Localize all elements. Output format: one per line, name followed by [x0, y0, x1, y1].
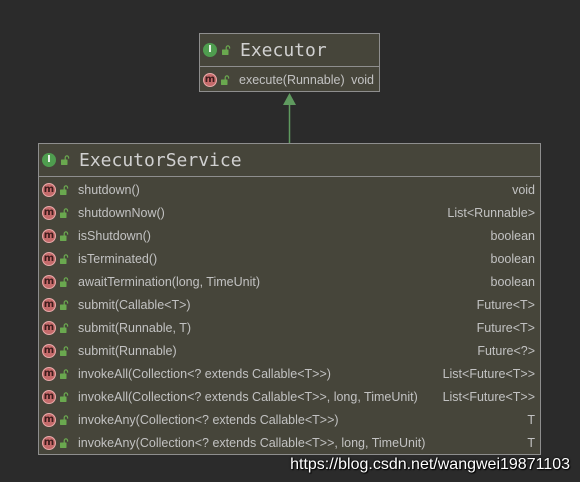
method-row[interactable]: m invokeAny(Collection<? extends Callable… [39, 408, 540, 431]
method-list: m execute(Runnable) void [200, 67, 379, 91]
lock-icon [60, 230, 69, 241]
method-signature: invokeAny(Collection<? extends Callable<… [78, 412, 339, 427]
method-return-type: Future<?> [477, 343, 535, 358]
method-row[interactable]: m invokeAll(Collection<? extends Callable… [39, 362, 540, 385]
lock-icon [60, 253, 69, 264]
lock-icon [60, 391, 69, 402]
method-return-type: T [527, 435, 535, 450]
method-signature: shutdown() [78, 182, 140, 197]
method-signature: invokeAll(Collection<? extends Callable<… [78, 389, 418, 404]
method-signature: invokeAll(Collection<? extends Callable<… [78, 366, 331, 381]
lock-icon [60, 322, 69, 333]
method-signature: shutdownNow() [78, 205, 165, 220]
method-icon: m [42, 412, 56, 427]
method-signature: awaitTermination(long, TimeUnit) [78, 274, 261, 289]
method-row[interactable]: m isTerminated() boolean [39, 247, 540, 270]
method-row[interactable]: m execute(Runnable) void [200, 68, 379, 91]
method-return-type: Future<T> [476, 320, 535, 335]
method-icon: m [42, 366, 56, 381]
class-executor-service[interactable]: I ExecutorService m shutdown() void m shutdo… [38, 143, 541, 455]
diagram-canvas: I Executor m execute(Runnable) void I Exec… [0, 0, 580, 482]
method-row[interactable]: m awaitTermination(long, TimeUnit) boolean [39, 270, 540, 293]
lock-icon [60, 276, 69, 287]
method-signature: submit(Runnable) [78, 343, 177, 358]
lock-icon [221, 74, 230, 85]
method-row[interactable]: m submit(Callable<T>) Future<T> [39, 293, 540, 316]
method-icon: m [42, 343, 56, 358]
method-row[interactable]: m invokeAll(Collection<? extends Callable… [39, 385, 540, 408]
method-return-type: boolean [490, 228, 536, 243]
method-return-type: List<Runnable> [447, 205, 535, 220]
method-icon: m [42, 297, 56, 312]
method-icon: m [203, 72, 217, 87]
class-header: I ExecutorService [39, 144, 540, 177]
inheritance-arrow [283, 93, 296, 143]
method-signature: isShutdown() [78, 228, 151, 243]
method-icon: m [42, 205, 56, 220]
method-return-type: void [351, 72, 374, 87]
class-header: I Executor [200, 34, 379, 67]
interface-icon: I [203, 43, 217, 57]
method-icon: m [42, 274, 56, 289]
method-signature: execute(Runnable) [239, 72, 345, 87]
method-row[interactable]: m shutdown() void [39, 178, 540, 201]
arrow-head [283, 93, 296, 105]
lock-icon [60, 299, 69, 310]
lock-icon [60, 437, 69, 448]
method-row[interactable]: m isShutdown() boolean [39, 224, 540, 247]
method-return-type: List<Future<T>> [442, 366, 535, 381]
method-return-type: boolean [490, 274, 536, 289]
method-row[interactable]: m shutdownNow() List<Runnable> [39, 201, 540, 224]
method-signature: invokeAny(Collection<? extends Callable<… [78, 435, 426, 450]
lock-icon [61, 155, 70, 165]
method-icon: m [42, 228, 56, 243]
method-signature: submit(Callable<T>) [78, 297, 191, 312]
method-icon: m [42, 320, 56, 335]
method-signature: submit(Runnable, T) [78, 320, 192, 335]
lock-icon [222, 45, 231, 55]
method-return-type: Future<T> [476, 297, 535, 312]
method-icon: m [42, 251, 56, 266]
method-row[interactable]: m submit(Runnable, T) Future<T> [39, 316, 540, 339]
method-icon: m [42, 389, 56, 404]
lock-icon [60, 207, 69, 218]
method-icon: m [42, 435, 56, 450]
watermark: https://blog.csdn.net/wangwei19871103 [290, 456, 570, 473]
method-row[interactable]: m invokeAny(Collection<? extends Callable… [39, 431, 540, 454]
lock-icon [60, 368, 69, 379]
method-return-type: boolean [490, 251, 536, 266]
class-executor[interactable]: I Executor m execute(Runnable) void [199, 33, 380, 92]
interface-icon: I [42, 153, 56, 167]
method-return-type: List<Future<T>> [442, 389, 535, 404]
class-title: ExecutorService [79, 149, 242, 171]
lock-icon [60, 184, 69, 195]
class-title: Executor [240, 39, 327, 61]
method-icon: m [42, 182, 56, 197]
method-return-type: void [512, 182, 535, 197]
lock-icon [60, 345, 69, 356]
method-list: m shutdown() void m shutdownNow() List<Runnab… [39, 177, 540, 454]
method-return-type: T [527, 412, 535, 427]
method-row[interactable]: m submit(Runnable) Future<?> [39, 339, 540, 362]
method-signature: isTerminated() [78, 251, 158, 266]
lock-icon [60, 414, 69, 425]
